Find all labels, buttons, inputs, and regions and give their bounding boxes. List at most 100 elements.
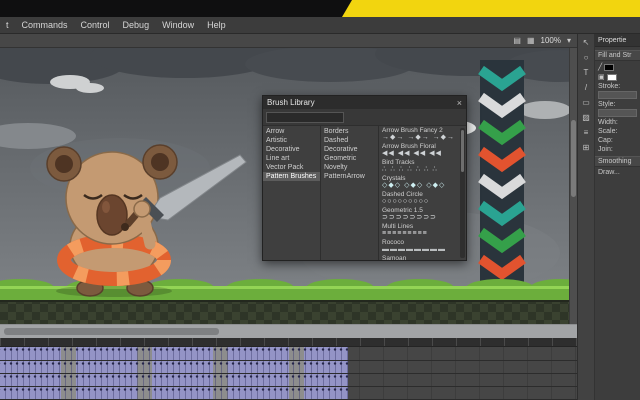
brush-list-scrollbar-thumb[interactable] <box>461 130 464 172</box>
draw-label: Draw... <box>595 167 640 176</box>
timeline-layer-row[interactable] <box>0 347 577 360</box>
zoom-dropdown-icon[interactable]: ▾ <box>567 36 571 45</box>
brush-subcategory-item[interactable]: Geometric <box>321 154 378 163</box>
style-dropdown[interactable] <box>598 109 637 117</box>
brush-preview: →◆→ →◆→ →◆→ <box>382 134 458 142</box>
screen-mode-icon[interactable]: ▤ <box>513 36 521 45</box>
stroke-color-row: ╱ <box>595 61 640 71</box>
brush-library-panel: Brush Library × Arrow Artistic Decorativ… <box>262 95 467 261</box>
keyframe-span[interactable] <box>0 361 348 373</box>
brush-category-list: Arrow Artistic Decorative Line art Vecto… <box>263 126 321 260</box>
brush-name: Geometric 1.5 <box>382 207 458 214</box>
fill-color-swatch[interactable] <box>607 74 617 81</box>
brush-library-titlebar[interactable]: Brush Library × <box>263 96 466 109</box>
fill-stroke-section-header[interactable]: Fill and Str <box>595 50 640 61</box>
fill-color-row: ▣ <box>595 71 640 81</box>
yellow-accent-band <box>342 0 640 17</box>
brush-category-item[interactable]: Arrow <box>263 127 320 136</box>
brush-item[interactable]: Geometric 1.5 ⊃⊃⊃⊃⊃⊃⊃⊃ <box>382 207 458 222</box>
brush-search-input[interactable] <box>266 112 344 123</box>
brush-subcategory-item[interactable]: PatternArrow <box>321 172 378 181</box>
keyframe-span[interactable] <box>0 387 348 399</box>
text-tool-icon[interactable]: T <box>580 68 593 78</box>
brush-category-item[interactable]: Artistic <box>263 136 320 145</box>
smoothing-section-header[interactable]: Smoothing <box>595 156 640 167</box>
brush-library-body: Arrow Artistic Decorative Line art Vecto… <box>263 126 466 260</box>
width-label: Width: <box>595 117 640 126</box>
brush-item[interactable]: Arrow Brush Fancy 2 →◆→ →◆→ →◆→ <box>382 127 458 142</box>
scale-label: Scale: <box>595 126 640 135</box>
brush-name: Bird Tracks <box>382 159 458 166</box>
brush-library-title: Brush Library <box>267 98 315 107</box>
brush-subcategory-list: Borders Dashed Decorative Geometric Nove… <box>321 126 379 260</box>
stroke-color-swatch[interactable] <box>604 64 614 71</box>
brush-item[interactable]: Rococo ▬▬▬▬▬▬▬▬ <box>382 239 458 254</box>
brush-preview: ◀◀ ◀◀ ◀◀ ◀◀ <box>382 150 458 158</box>
stroke-size-field[interactable] <box>598 91 637 99</box>
brush-category-item[interactable]: Vector Pack <box>263 163 320 172</box>
menu-item[interactable]: Control <box>81 20 110 30</box>
stage-view-bar: ▤ ▦ 100% ▾ <box>0 34 577 48</box>
timeline-panel <box>0 338 577 400</box>
brush-category-item[interactable]: Decorative <box>263 145 320 154</box>
stage-vertical-scrollbar[interactable] <box>569 48 577 324</box>
timeline-layer-row[interactable] <box>0 374 577 387</box>
rectangle-tool-icon[interactable]: ▭ <box>580 98 593 108</box>
brush-preview: ▬▬▬▬▬▬▬▬ <box>382 246 458 254</box>
brush-subcategory-item[interactable]: Decorative <box>321 145 378 154</box>
menu-item[interactable]: Help <box>207 20 226 30</box>
paint-bucket-tool-icon[interactable]: ▨ <box>580 113 593 123</box>
brush-name: Crystals <box>382 175 458 182</box>
stage-horizontal-scrollbar[interactable] <box>0 324 577 338</box>
brush-item[interactable]: Arrow Brush Floral ◀◀ ◀◀ ◀◀ ◀◀ <box>382 143 458 158</box>
menu-bar: t Commands Control Debug Window Help <box>0 17 640 34</box>
brush-item[interactable]: Multi Lines ≡≡≡≡≡≡≡≡≡ <box>382 223 458 238</box>
timeline-layer-row[interactable] <box>0 387 577 400</box>
brush-category-item[interactable]: Line art <box>263 154 320 163</box>
fit-view-icon[interactable]: ▦ <box>527 36 535 45</box>
selection-tool-icon[interactable]: ↖ <box>580 38 593 48</box>
brush-preview-list: Arrow Brush Fancy 2 →◆→ →◆→ →◆→ Arrow Br… <box>379 126 466 260</box>
brush-preview: ∴ ∴ ∴ ∴ ∴ ∴ ∴ <box>382 166 458 174</box>
stage-horizontal-scrollbar-thumb[interactable] <box>4 328 219 335</box>
brush-name: Samoan <box>382 255 458 260</box>
brush-subcategory-item[interactable]: Borders <box>321 127 378 136</box>
line-tool-icon[interactable]: / <box>580 83 593 93</box>
style-label: Style: <box>595 99 640 108</box>
zoom-level[interactable]: 100% <box>541 36 561 45</box>
zoom-tool-icon[interactable]: ⊞ <box>580 143 593 153</box>
cap-label: Cap: <box>595 135 640 144</box>
brush-item[interactable]: Crystals ◇◆◇ ◇◆◇ ◇◆◇ <box>382 175 458 190</box>
brush-list-scrollbar[interactable] <box>460 128 465 258</box>
brush-item[interactable]: Dashed Circle ○○○○○○○○○ <box>382 191 458 206</box>
menu-item[interactable]: t <box>6 20 9 30</box>
stroke-label: Stroke: <box>595 81 640 90</box>
keyframe-span[interactable] <box>0 374 348 386</box>
brush-tool-icon[interactable]: ≡ <box>580 128 593 138</box>
brush-preview: ≡≡≡≡≡≡≡≡≡ <box>382 230 458 238</box>
menu-item[interactable]: Window <box>162 20 194 30</box>
stage-vertical-scrollbar-thumb[interactable] <box>571 120 576 197</box>
brush-name: Dashed Circle <box>382 191 458 198</box>
brush-preview: ⊃⊃⊃⊃⊃⊃⊃⊃ <box>382 214 458 222</box>
brush-name: Arrow Brush Floral <box>382 143 458 150</box>
tools-panel: ↖ ○ T / ▭ ▨ ≡ ⊞ <box>578 34 595 400</box>
stroke-color-icon: ╱ <box>598 63 602 71</box>
brush-item[interactable]: Samoan ∧ ∧ ∧ ∧ ∧ ∧ <box>382 255 458 260</box>
brush-search-bar <box>263 109 466 126</box>
properties-tab[interactable]: Propertie <box>595 34 640 47</box>
lasso-tool-icon[interactable]: ○ <box>580 53 593 63</box>
timeline-ruler[interactable] <box>0 338 577 347</box>
brush-category-item[interactable]: Pattern Brushes <box>263 172 320 181</box>
brush-name: Multi Lines <box>382 223 458 230</box>
menu-item[interactable]: Commands <box>22 20 68 30</box>
brush-subcategory-item[interactable]: Dashed <box>321 136 378 145</box>
close-icon[interactable]: × <box>457 98 462 108</box>
timeline-layer-row[interactable] <box>0 361 577 374</box>
brush-item[interactable]: Bird Tracks ∴ ∴ ∴ ∴ ∴ ∴ ∴ <box>382 159 458 174</box>
animate-app-window: t Commands Control Debug Window Help ▤ ▦… <box>0 0 640 400</box>
right-panel-column: ↖ ○ T / ▭ ▨ ≡ ⊞ Propertie Fill and <box>577 34 640 400</box>
brush-subcategory-item[interactable]: Novelty <box>321 163 378 172</box>
menu-item[interactable]: Debug <box>123 20 150 30</box>
keyframe-span[interactable] <box>0 347 348 359</box>
